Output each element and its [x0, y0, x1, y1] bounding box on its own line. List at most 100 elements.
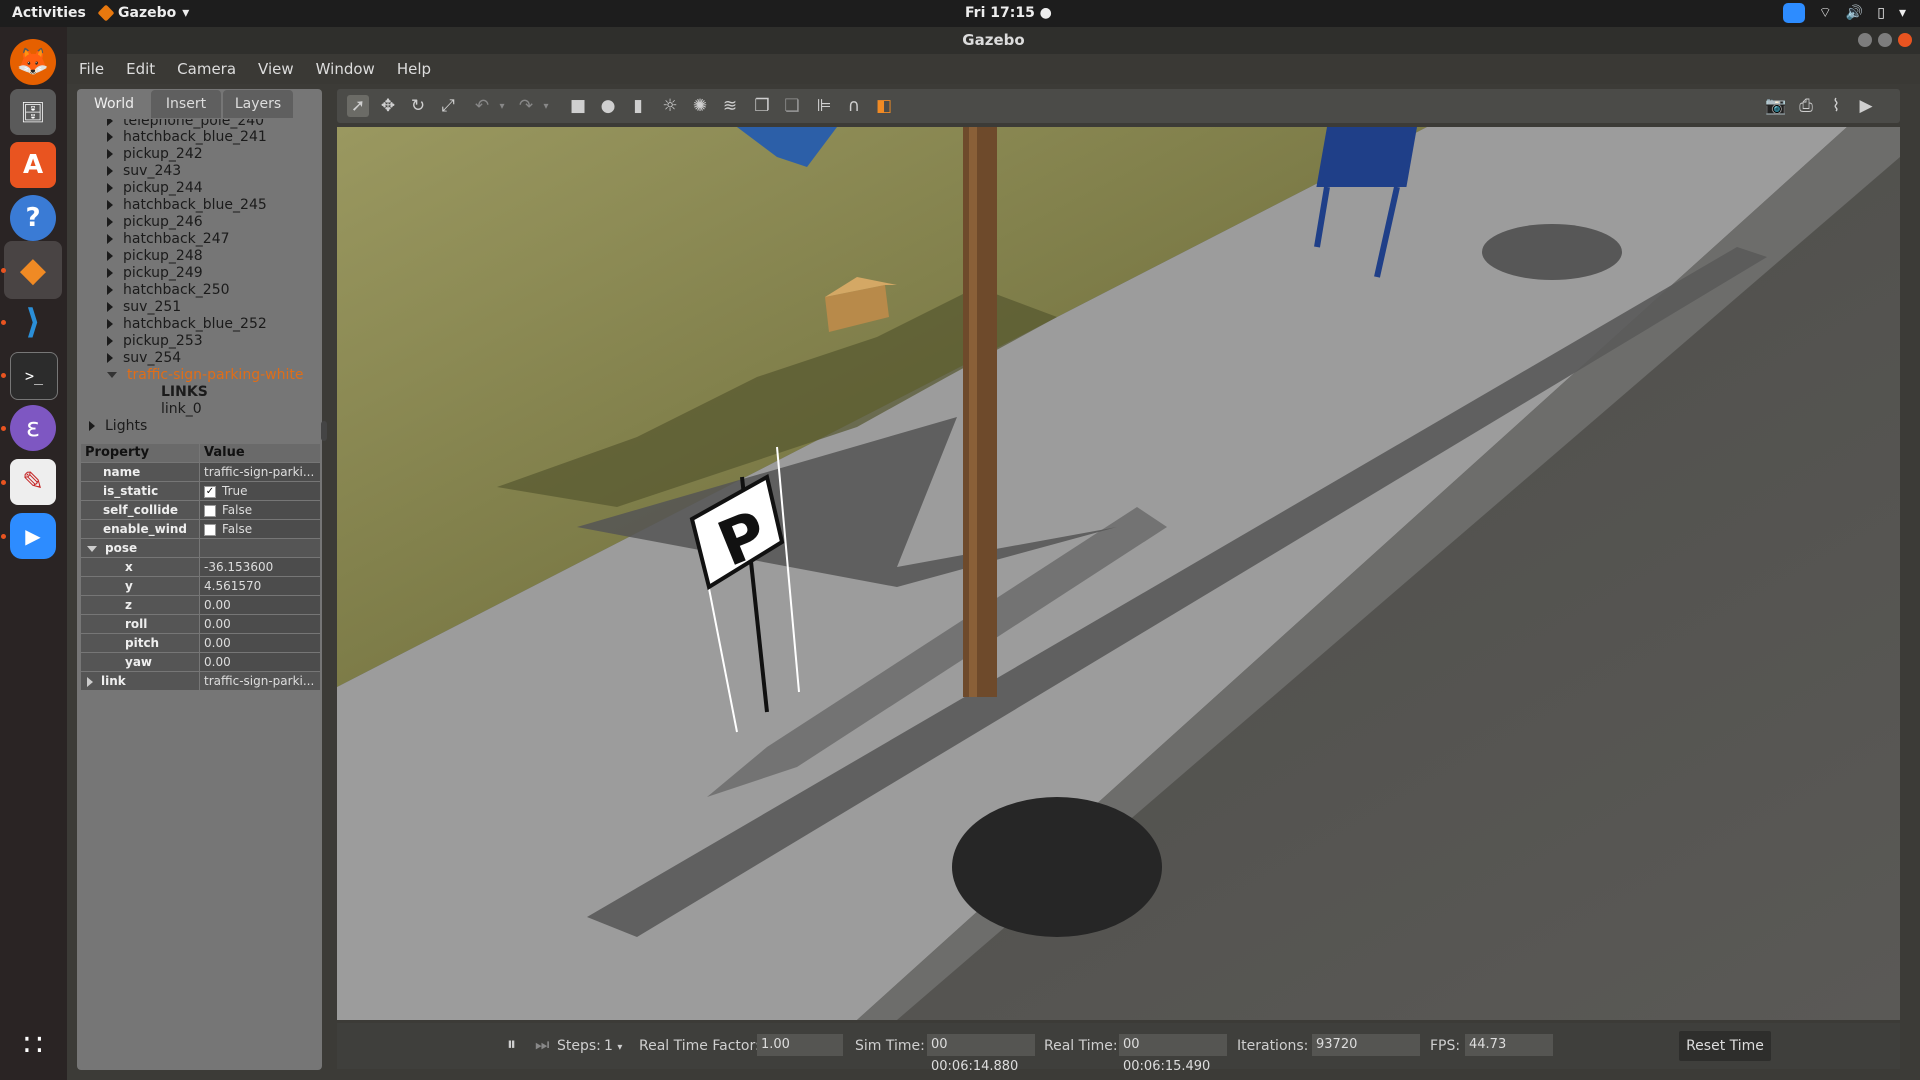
- world-tree[interactable]: telephone_pole_240 hatchback_blue_241 pi…: [79, 119, 320, 439]
- screenshot-icon[interactable]: 📷: [1765, 95, 1787, 117]
- redo-icon[interactable]: ↷: [515, 95, 537, 117]
- tree-item[interactable]: hatchback_250: [107, 282, 230, 298]
- expand-icon[interactable]: [107, 353, 113, 363]
- menu-window[interactable]: Window: [304, 54, 385, 84]
- vscode-icon[interactable]: ⟩: [10, 299, 56, 345]
- clock[interactable]: Fri 17:15 ●: [965, 5, 1052, 21]
- property-value[interactable]: ✓ True: [200, 482, 320, 500]
- menu-file[interactable]: File: [67, 54, 114, 84]
- select-mode-icon[interactable]: ➚: [347, 95, 369, 117]
- property-row-pitch[interactable]: pitch 0.00: [81, 634, 320, 653]
- expand-icon[interactable]: [107, 217, 113, 227]
- property-value[interactable]: traffic-sign-parki...: [200, 463, 320, 481]
- show-applications-icon[interactable]: ∷: [10, 1022, 56, 1068]
- document-viewer-icon[interactable]: ✎: [10, 459, 56, 505]
- redo-history-icon[interactable]: ▾: [535, 95, 557, 117]
- maximize-icon[interactable]: [1878, 33, 1892, 47]
- expand-icon[interactable]: [107, 149, 113, 159]
- chevron-down-icon[interactable]: ▾: [1899, 5, 1906, 21]
- expand-icon[interactable]: [107, 119, 113, 126]
- property-group-link[interactable]: link traffic-sign-parki...: [81, 672, 320, 691]
- gazebo-dock-icon[interactable]: ◆: [4, 241, 62, 299]
- expand-icon[interactable]: [107, 285, 113, 295]
- expand-icon[interactable]: [87, 676, 93, 687]
- expand-icon[interactable]: [107, 336, 113, 346]
- tree-item[interactable]: hatchback_247: [107, 231, 230, 247]
- tree-item[interactable]: pickup_242: [107, 146, 203, 162]
- system-tray[interactable]: ⌔ 🔊 ▯ ▾: [1782, 3, 1906, 23]
- tree-item[interactable]: pickup_249: [107, 265, 203, 281]
- property-row-x[interactable]: x -36.153600: [81, 558, 320, 577]
- sphere-shape-icon[interactable]: ●: [597, 95, 619, 117]
- activities-button[interactable]: Activities: [12, 5, 86, 21]
- tree-item[interactable]: hatchback_blue_241: [107, 129, 267, 145]
- expand-icon[interactable]: [107, 200, 113, 210]
- help-icon[interactable]: ?: [10, 195, 56, 241]
- property-row-is-static[interactable]: is_static ✓ True: [81, 482, 320, 501]
- mailbox[interactable]: [1316, 127, 1417, 187]
- tree-item[interactable]: telephone_pole_240: [107, 119, 264, 129]
- expand-icon[interactable]: [107, 268, 113, 278]
- property-key[interactable]: link: [81, 672, 199, 690]
- expand-icon[interactable]: [107, 319, 113, 329]
- property-row-roll[interactable]: roll 0.00: [81, 615, 320, 634]
- collapse-icon[interactable]: [107, 372, 117, 378]
- emacs-icon[interactable]: ε: [10, 405, 56, 451]
- terminal-icon[interactable]: >_: [10, 352, 58, 400]
- menu-camera[interactable]: Camera: [165, 54, 246, 84]
- log-icon[interactable]: ⎙: [1795, 95, 1817, 117]
- menu-help[interactable]: Help: [385, 54, 441, 84]
- reset-time-button[interactable]: Reset Time: [1679, 1031, 1771, 1061]
- pause-icon[interactable]: ⏸: [507, 1034, 516, 1055]
- checkbox[interactable]: [204, 523, 216, 536]
- battery-icon[interactable]: ▯: [1877, 5, 1885, 21]
- tree-item-selected[interactable]: traffic-sign-parking-white: [107, 367, 303, 383]
- property-value[interactable]: 4.561570: [200, 577, 320, 595]
- tree-item[interactable]: pickup_244: [107, 180, 203, 196]
- cylinder-shape-icon[interactable]: ▮: [627, 95, 649, 117]
- property-value[interactable]: 0.00: [200, 596, 320, 614]
- tree-item[interactable]: pickup_248: [107, 248, 203, 264]
- property-row-name[interactable]: name traffic-sign-parki...: [81, 463, 320, 482]
- software-center-icon[interactable]: A: [10, 142, 56, 188]
- tree-item[interactable]: suv_243: [107, 163, 181, 179]
- align-icon[interactable]: ⊫: [813, 95, 835, 117]
- property-value[interactable]: False: [200, 520, 320, 538]
- files-icon[interactable]: 🗄: [10, 89, 56, 135]
- change-view-icon[interactable]: ◧: [873, 95, 895, 117]
- spot-light-icon[interactable]: ✺: [689, 95, 711, 117]
- expand-icon[interactable]: [107, 166, 113, 176]
- translate-mode-icon[interactable]: ✥: [377, 95, 399, 117]
- steps-spinbox[interactable]: 1 ▾: [604, 1038, 622, 1054]
- tree-item[interactable]: pickup_253: [107, 333, 203, 349]
- video-record-icon[interactable]: ▶: [1855, 95, 1877, 117]
- directional-light-icon[interactable]: ≋: [719, 95, 741, 117]
- collapse-icon[interactable]: [87, 545, 97, 552]
- zoom-icon[interactable]: ▶: [10, 513, 56, 559]
- tree-item[interactable]: suv_251: [107, 299, 181, 315]
- tab-layers[interactable]: Layers: [223, 90, 293, 118]
- property-value[interactable]: -36.153600: [200, 558, 320, 576]
- tree-item-link[interactable]: link_0: [161, 401, 202, 417]
- property-value[interactable]: 0.00: [200, 653, 320, 671]
- property-row-z[interactable]: z 0.00: [81, 596, 320, 615]
- property-value[interactable]: 0.00: [200, 615, 320, 633]
- checkbox[interactable]: [204, 504, 216, 517]
- property-value[interactable]: 0.00: [200, 634, 320, 652]
- tree-scrollbar[interactable]: [321, 421, 327, 441]
- 3d-viewport[interactable]: P: [337, 127, 1900, 1020]
- property-value[interactable]: False: [200, 501, 320, 519]
- menu-edit[interactable]: Edit: [114, 54, 165, 84]
- expand-icon[interactable]: [89, 421, 95, 431]
- undo-history-icon[interactable]: ▾: [491, 95, 513, 117]
- tree-item[interactable]: pickup_246: [107, 214, 203, 230]
- expand-icon[interactable]: [107, 302, 113, 312]
- property-key[interactable]: pose: [81, 539, 199, 557]
- box-shape-icon[interactable]: ■: [567, 95, 589, 117]
- window-titlebar[interactable]: Gazebo: [67, 27, 1920, 54]
- app-menu[interactable]: Gazebo ▾: [97, 4, 189, 22]
- paste-icon[interactable]: ❏: [781, 95, 803, 117]
- tree-item-lights[interactable]: Lights: [89, 418, 147, 434]
- firefox-icon[interactable]: 🦊: [10, 39, 56, 85]
- minimize-icon[interactable]: [1858, 33, 1872, 47]
